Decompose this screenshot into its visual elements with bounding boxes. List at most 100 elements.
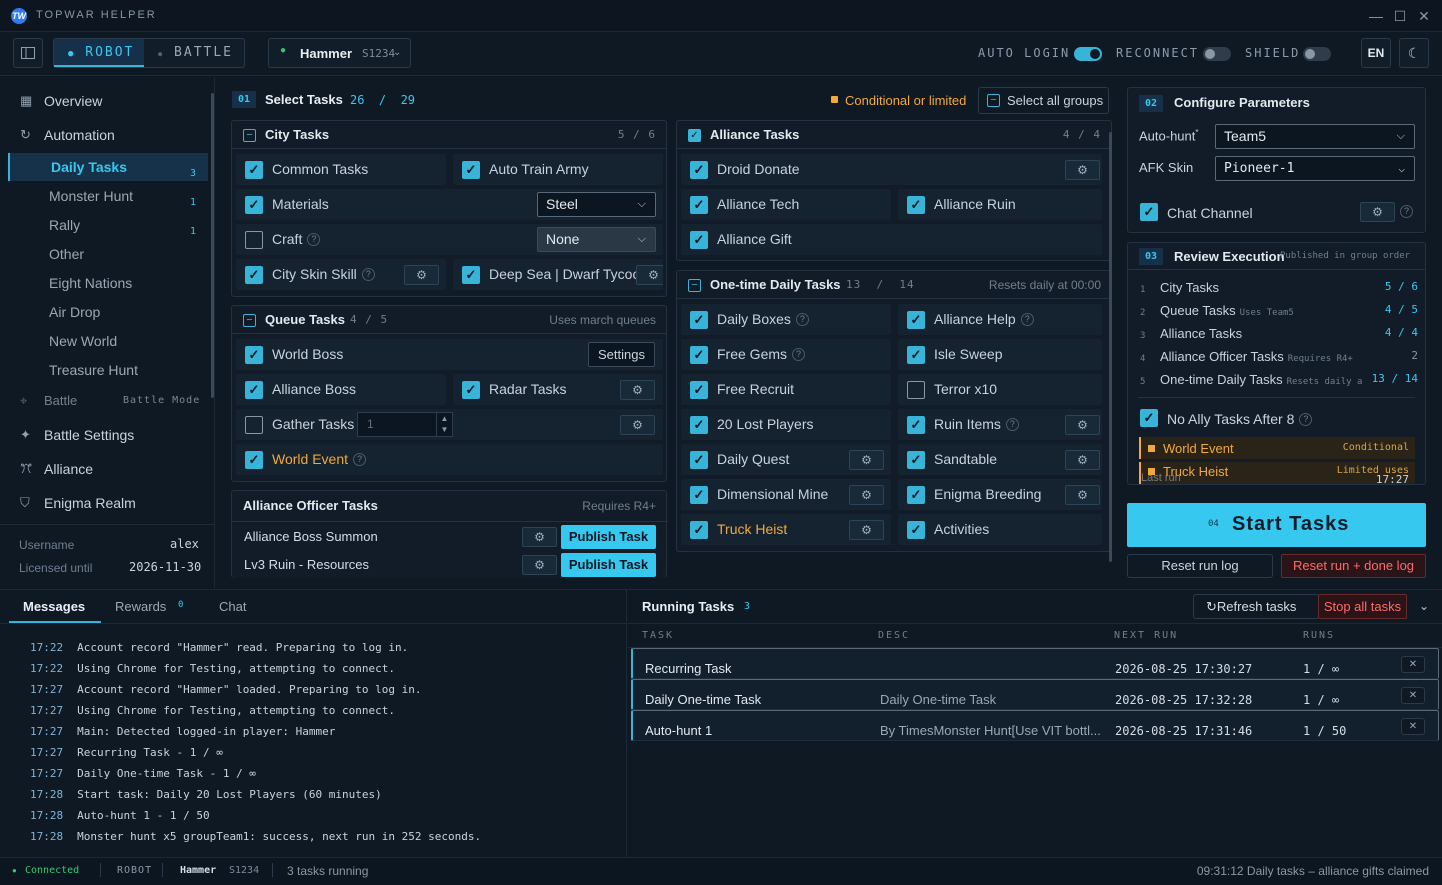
gear-icon[interactable]: ⚙ <box>1065 415 1100 435</box>
sidebar-item-overview[interactable]: ▦ Overview <box>0 87 208 115</box>
refresh-tasks-button[interactable]: ↻Refresh tasks <box>1193 594 1319 619</box>
task-row-alliance-ruin[interactable]: ✓ Alliance Ruin <box>898 189 1102 220</box>
checkbox[interactable]: ✓ <box>690 231 708 249</box>
checkbox[interactable]: ✓ <box>245 346 263 364</box>
sidebar-scrollbar[interactable] <box>211 93 214 398</box>
checkbox[interactable]: ✓ <box>245 266 263 284</box>
task-row-radar[interactable]: ✓ Radar Tasks ⚙ <box>453 374 663 405</box>
stop-all-tasks-button[interactable]: Stop all tasks <box>1318 594 1407 619</box>
help-icon[interactable]: ? <box>1020 313 1034 326</box>
task-row-free-gems[interactable]: ✓ Free Gems? <box>681 339 891 370</box>
checkbox[interactable] <box>245 231 263 249</box>
checkbox[interactable]: ✓ <box>462 266 480 284</box>
checkbox[interactable]: ✓ <box>690 381 708 399</box>
help-icon[interactable]: ? <box>361 268 375 281</box>
shield-toggle[interactable] <box>1303 47 1331 61</box>
mode-battle-button[interactable]: ● BATTLE <box>146 39 244 67</box>
sidebar-item-eight-nations[interactable]: Eight Nations <box>8 269 208 297</box>
checkbox[interactable]: ✓ <box>690 451 708 469</box>
sidebar-item-rally[interactable]: Rally 1 <box>8 211 208 239</box>
task-row-activities[interactable]: ✓ Activities <box>898 514 1102 545</box>
sidebar-item-new-world[interactable]: New World <box>8 327 208 355</box>
gear-icon[interactable]: ⚙ <box>522 527 557 547</box>
theme-toggle-button[interactable]: ☾ <box>1399 38 1429 68</box>
checkbox[interactable]: ✓ <box>1140 409 1158 427</box>
chevron-down-icon[interactable]: ⌄ <box>1419 599 1429 613</box>
checkbox[interactable]: ✓ <box>690 311 708 329</box>
checkbox[interactable]: ✓ <box>690 346 708 364</box>
help-icon[interactable]: ? <box>795 313 809 326</box>
help-icon[interactable]: ? <box>1299 413 1313 426</box>
select-all-groups-button[interactable]: − Select all groups <box>978 87 1109 114</box>
table-row[interactable]: Daily One-time Task Daily One-time Task … <box>631 679 1439 710</box>
task-row-dimensional-mine[interactable]: ✓ Dimensional Mine ⚙ <box>681 479 891 510</box>
task-row-truck-heist[interactable]: ✓ Truck Heist ⚙ <box>681 514 891 545</box>
task-row-lost-players[interactable]: ✓ 20 Lost Players <box>681 409 891 440</box>
world-boss-settings-button[interactable]: Settings <box>588 342 655 367</box>
sidebar-item-other[interactable]: Other <box>8 240 208 268</box>
minus-square-icon[interactable]: − <box>243 129 256 142</box>
checkbox[interactable]: ✓ <box>907 311 925 329</box>
stepper-arrows-icon[interactable]: ▲ ▼ <box>436 413 452 436</box>
gear-icon[interactable]: ⚙ <box>404 265 439 285</box>
start-tasks-button[interactable]: 04 Start Tasks <box>1127 503 1426 547</box>
help-icon[interactable]: ? <box>1400 205 1413 218</box>
checkbox[interactable]: ✓ <box>690 161 708 179</box>
publish-task-button[interactable]: Publish Task <box>561 525 656 549</box>
checkbox[interactable]: ✓ <box>907 416 925 434</box>
task-row-materials[interactable]: ✓ Materials Steel ⌵ <box>236 189 663 220</box>
checkbox[interactable]: ✓ <box>245 161 263 179</box>
task-row-alliance-tech[interactable]: ✓ Alliance Tech <box>681 189 891 220</box>
checkbox[interactable]: ✓ <box>907 346 925 364</box>
language-button[interactable]: EN <box>1361 38 1391 68</box>
chat-channel-row[interactable]: ✓ Chat Channel ⚙ ? <box>1128 192 1425 232</box>
task-row-city-skin[interactable]: ✓ City Skin Skill? ⚙ <box>236 259 446 290</box>
no-ally-tasks-row[interactable]: ✓ No Ally Tasks After 8? <box>1128 405 1425 431</box>
remove-task-close-icon[interactable]: ✕ <box>1401 656 1425 673</box>
checkbox[interactable]: ✓ <box>245 196 263 214</box>
afk-skin-select[interactable]: Pioneer-1 ⌵ <box>1215 156 1415 181</box>
autohunt-select[interactable]: Team5 ⌵ <box>1215 124 1415 149</box>
sidebar-item-enigma-realm[interactable]: ⛉ Enigma Realm <box>0 489 208 517</box>
help-icon[interactable]: ? <box>792 348 806 361</box>
publish-task-button[interactable]: Publish Task <box>561 553 656 577</box>
remove-task-close-icon[interactable]: ✕ <box>1401 687 1425 704</box>
checkbox[interactable]: ✓ <box>245 451 263 469</box>
task-row-craft[interactable]: Craft? None ⌵ <box>236 224 663 255</box>
task-row-common[interactable]: ✓ Common Tasks <box>236 154 446 185</box>
gear-icon[interactable]: ⚙ <box>636 265 663 285</box>
minus-square-icon[interactable]: − <box>243 314 256 327</box>
check-square-icon[interactable]: ✓ <box>688 129 701 142</box>
tab-chat[interactable]: Chat <box>219 590 259 623</box>
checkbox[interactable]: ✓ <box>690 416 708 434</box>
checkbox[interactable]: ✓ <box>462 161 480 179</box>
task-row-alliance-gift[interactable]: ✓ Alliance Gift <box>681 224 1102 255</box>
checkbox[interactable]: ✓ <box>1140 203 1158 221</box>
checkbox[interactable]: ✓ <box>907 196 925 214</box>
tab-rewards[interactable]: Rewards 0 <box>115 590 200 623</box>
table-row[interactable]: Recurring Task 2026-08-25 17:30:27 1 / ∞… <box>631 648 1439 679</box>
mode-robot-button[interactable]: ● ROBOT <box>54 39 144 67</box>
task-row-alliance-boss[interactable]: ✓ Alliance Boss <box>236 374 446 405</box>
sidebar-item-monster-hunt[interactable]: Monster Hunt 1 <box>8 182 208 210</box>
task-row-enigma-breeding[interactable]: ✓ Enigma Breeding ⚙ <box>898 479 1102 510</box>
task-row-auto-train[interactable]: ✓ Auto Train Army <box>453 154 663 185</box>
gear-icon[interactable]: ⚙ <box>1065 160 1100 180</box>
gear-icon[interactable]: ⚙ <box>1065 450 1100 470</box>
task-row-isle-sweep[interactable]: ✓ Isle Sweep <box>898 339 1102 370</box>
task-row-daily-boxes[interactable]: ✓ Daily Boxes? <box>681 304 891 335</box>
task-row-droid[interactable]: ✓ Droid Donate ⚙ <box>681 154 1102 185</box>
task-row-daily-quest[interactable]: ✓ Daily Quest ⚙ <box>681 444 891 475</box>
gather-count-stepper[interactable]: 1 ▲ ▼ <box>357 412 453 437</box>
gear-icon[interactable]: ⚙ <box>849 450 884 470</box>
checkbox[interactable]: ✓ <box>462 381 480 399</box>
checkbox[interactable] <box>245 416 263 434</box>
gear-icon[interactable]: ⚙ <box>849 485 884 505</box>
checkbox[interactable]: ✓ <box>907 451 925 469</box>
table-row[interactable]: Auto-hunt 1 By TimesMonster Hunt[Use VIT… <box>631 710 1439 741</box>
gear-icon[interactable]: ⚙ <box>849 520 884 540</box>
task-row-terror[interactable]: Terror x10 <box>898 374 1102 405</box>
help-icon[interactable]: ? <box>1005 418 1019 431</box>
checkbox[interactable]: ✓ <box>690 196 708 214</box>
help-icon[interactable]: ? <box>353 453 366 466</box>
